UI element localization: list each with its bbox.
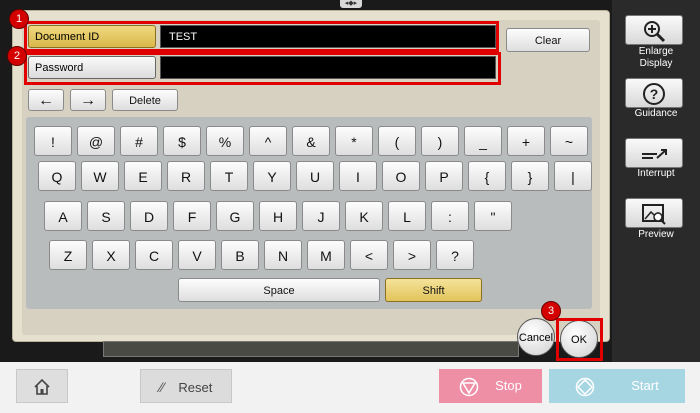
key-row1-0[interactable]: ! <box>34 126 72 156</box>
interrupt-icon <box>642 149 667 159</box>
key-row3-10[interactable]: " <box>474 201 512 231</box>
enlarge-display-button[interactable] <box>625 15 683 45</box>
clear-button[interactable]: Clear <box>506 28 590 52</box>
key-row2-4[interactable]: T <box>210 161 248 191</box>
key-row3-2[interactable]: D <box>130 201 168 231</box>
key-row2-10[interactable]: { <box>468 161 506 191</box>
key-row3-3[interactable]: F <box>173 201 211 231</box>
key-row3-0[interactable]: A <box>44 201 82 231</box>
key-row3-7[interactable]: K <box>345 201 383 231</box>
stop-button[interactable]: Stop <box>439 369 542 403</box>
guidance-button[interactable]: ? <box>625 78 683 108</box>
space-key[interactable]: Space <box>178 278 380 302</box>
key-row3-5[interactable]: H <box>259 201 297 231</box>
key-row1-11[interactable]: + <box>507 126 545 156</box>
key-row4-5[interactable]: N <box>264 240 302 270</box>
highlight-box-ok <box>556 318 603 361</box>
key-row1-5[interactable]: ^ <box>249 126 287 156</box>
key-row1-7[interactable]: * <box>335 126 373 156</box>
key-row1-8[interactable]: ( <box>378 126 416 156</box>
key-row1-6[interactable]: & <box>292 126 330 156</box>
key-row3-1[interactable]: S <box>87 201 125 231</box>
key-row4-7[interactable]: < <box>350 240 388 270</box>
start-button[interactable]: Start <box>549 369 685 403</box>
shift-key[interactable]: Shift <box>385 278 482 302</box>
key-row4-3[interactable]: V <box>178 240 216 270</box>
guidance-label: Guidance <box>634 108 678 119</box>
reset-button[interactable]: ⁄⁄ Reset <box>140 369 232 403</box>
key-row2-5[interactable]: Y <box>253 161 291 191</box>
preview-button[interactable] <box>625 198 683 228</box>
stop-icon <box>459 377 479 396</box>
step-badge-3: 3 <box>541 301 561 321</box>
key-row2-0[interactable]: Q <box>38 161 76 191</box>
step-badge-2: 2 <box>7 46 27 66</box>
cursor-right-button[interactable]: → <box>70 89 106 111</box>
home-icon <box>34 378 50 395</box>
interrupt-button[interactable] <box>625 138 683 168</box>
key-row2-12[interactable]: | <box>554 161 592 191</box>
preview-label: Preview <box>638 229 674 240</box>
start-icon <box>576 377 595 396</box>
cancel-button[interactable]: Cancel <box>517 318 555 356</box>
key-row4-6[interactable]: M <box>307 240 345 270</box>
key-row2-2[interactable]: E <box>124 161 162 191</box>
interrupt-label: Interrupt <box>637 168 675 179</box>
key-row1-12[interactable]: ~ <box>550 126 588 156</box>
key-row2-11[interactable]: } <box>511 161 549 191</box>
key-row1-1[interactable]: @ <box>77 126 115 156</box>
key-row2-7[interactable]: I <box>339 161 377 191</box>
drag-handle[interactable]: ◂◆▸ <box>340 0 362 8</box>
svg-text:?: ? <box>650 86 659 102</box>
key-row3-9[interactable]: : <box>431 201 469 231</box>
key-row4-2[interactable]: C <box>135 240 173 270</box>
reset-icon: ⁄⁄ <box>159 379 165 395</box>
panel-footer-bar <box>103 341 519 357</box>
key-row2-8[interactable]: O <box>382 161 420 191</box>
key-row3-4[interactable]: G <box>216 201 254 231</box>
key-row2-3[interactable]: R <box>167 161 205 191</box>
preview-icon <box>642 204 666 225</box>
key-row1-4[interactable]: % <box>206 126 244 156</box>
key-row1-10[interactable]: _ <box>464 126 502 156</box>
key-row4-0[interactable]: Z <box>49 240 87 270</box>
key-row1-9[interactable]: ) <box>421 126 459 156</box>
key-row4-1[interactable]: X <box>92 240 130 270</box>
key-row2-6[interactable]: U <box>296 161 334 191</box>
key-row4-9[interactable]: ? <box>436 240 474 270</box>
highlight-box-password <box>24 52 501 85</box>
key-row2-9[interactable]: P <box>425 161 463 191</box>
key-row4-4[interactable]: B <box>221 240 259 270</box>
key-row1-2[interactable]: # <box>120 126 158 156</box>
magnify-plus-icon <box>644 21 666 43</box>
key-row4-8[interactable]: > <box>393 240 431 270</box>
delete-button[interactable]: Delete <box>112 89 178 111</box>
enlarge-label: Enlarge Display <box>638 46 674 69</box>
key-row1-3[interactable]: $ <box>163 126 201 156</box>
help-question-icon: ? <box>643 83 665 105</box>
key-row3-8[interactable]: L <box>388 201 426 231</box>
highlight-box-document-id <box>24 21 499 52</box>
home-button[interactable] <box>16 369 68 403</box>
key-row3-6[interactable]: J <box>302 201 340 231</box>
step-badge-1: 1 <box>9 9 29 29</box>
cursor-left-button[interactable]: ← <box>28 89 64 111</box>
key-row2-1[interactable]: W <box>81 161 119 191</box>
